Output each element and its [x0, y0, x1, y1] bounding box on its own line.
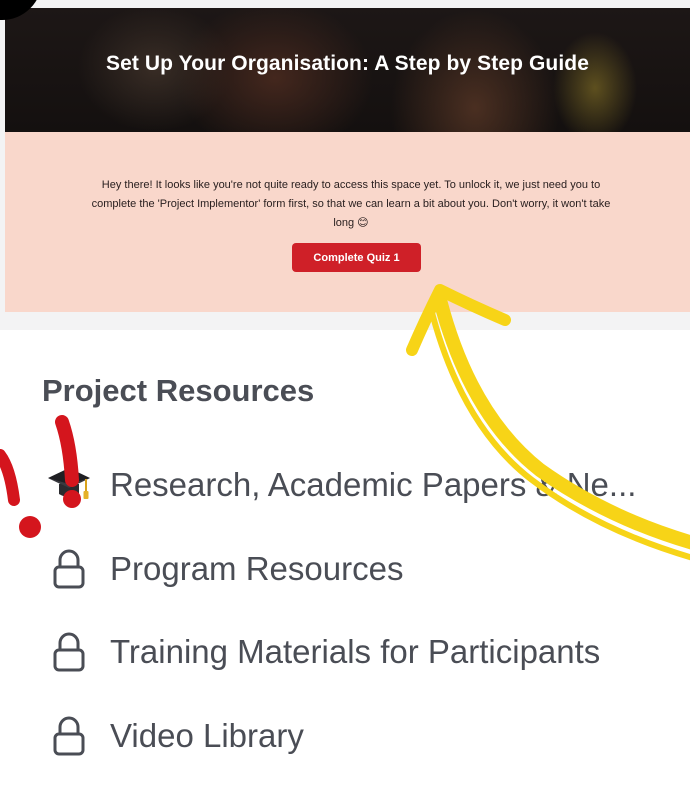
hero-banner: Set Up Your Organisation: A Step by Step…	[5, 8, 690, 132]
locked-space-card: Set Up Your Organisation: A Step by Step…	[0, 0, 690, 330]
complete-quiz-button[interactable]: Complete Quiz 1	[292, 243, 421, 272]
lock-icon	[44, 544, 94, 594]
section-title: Project Resources	[42, 373, 315, 408]
resource-label: Program Resources	[110, 550, 404, 587]
notice-message: Hey there! It looks like you're not quit…	[91, 179, 611, 229]
hero-title: Set Up Your Organisation: A Step by Step…	[106, 52, 589, 75]
resource-item-program[interactable]: Program Resources	[44, 539, 403, 599]
resource-item-research[interactable]: Research, Academic Papers & Ne...	[44, 455, 636, 515]
resource-item-training[interactable]: Training Materials for Participants	[44, 622, 600, 682]
lock-icon	[44, 627, 94, 677]
resource-item-video[interactable]: Video Library	[44, 706, 304, 766]
resource-label: Research, Academic Papers & Ne...	[110, 466, 637, 503]
graduation-cap-icon	[44, 460, 94, 510]
resource-label: Training Materials for Participants	[110, 633, 601, 670]
resource-label: Video Library	[110, 717, 304, 754]
lock-icon	[44, 711, 94, 761]
locked-notice: Hey there! It looks like you're not quit…	[5, 132, 690, 312]
curved-arrow-icon	[406, 284, 690, 561]
